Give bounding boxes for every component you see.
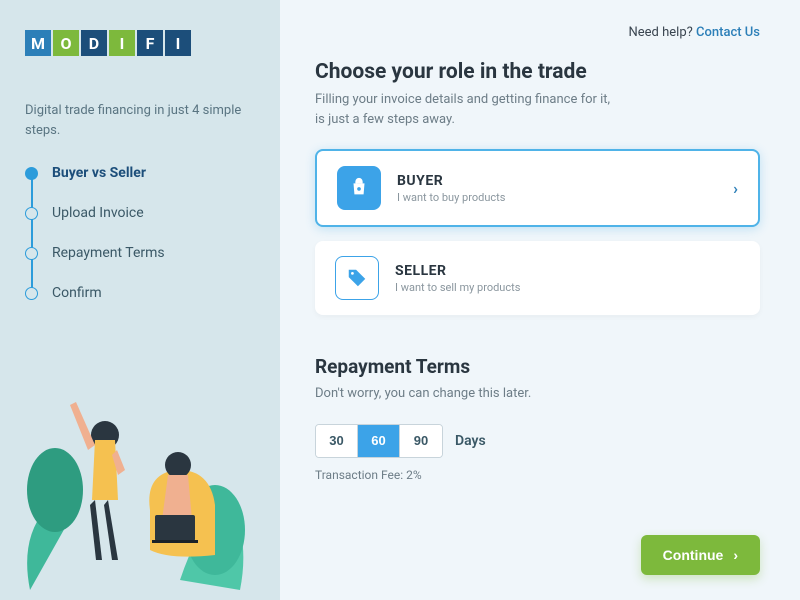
logo-letter: D <box>81 30 107 56</box>
chevron-right-icon: › <box>733 547 738 563</box>
repayment-section: Repayment Terms Don't worry, you can cha… <box>315 355 760 482</box>
logo-letter: I <box>109 30 135 56</box>
step-item[interactable]: Repayment Terms <box>25 245 255 261</box>
step-item[interactable]: Buyer vs Seller <box>25 165 255 181</box>
main-content: Need help? Contact Us Choose your role i… <box>280 0 800 600</box>
bag-icon <box>337 166 381 210</box>
logo: MODIFI <box>25 30 255 56</box>
days-label: Days <box>455 433 486 449</box>
step-dot <box>25 207 38 220</box>
step-item[interactable]: Upload Invoice <box>25 205 255 221</box>
repayment-desc: Don't worry, you can change this later. <box>315 384 760 404</box>
terms-row: 306090 Days <box>315 424 760 458</box>
role-title: Choose your role in the trade <box>315 60 760 84</box>
card-desc: I want to buy products <box>397 191 717 204</box>
term-option-60[interactable]: 60 <box>358 425 400 457</box>
sidebar-subtitle: Digital trade financing in just 4 simple… <box>25 101 255 140</box>
logo-letter: I <box>165 30 191 56</box>
logo-letter: O <box>53 30 79 56</box>
step-dot <box>25 287 38 300</box>
continue-label: Continue <box>663 547 724 563</box>
step-label: Upload Invoice <box>52 205 144 221</box>
transaction-fee: Transaction Fee: 2% <box>315 468 760 482</box>
logo-letter: F <box>137 30 163 56</box>
seller-card[interactable]: SELLER I want to sell my products <box>315 241 760 315</box>
card-title: SELLER <box>395 263 740 279</box>
logo-letter: M <box>25 30 51 56</box>
chevron-right-icon: › <box>733 179 738 198</box>
illustration <box>0 360 280 600</box>
step-label: Confirm <box>52 285 102 301</box>
card-text: SELLER I want to sell my products <box>395 263 740 294</box>
step-label: Buyer vs Seller <box>52 165 146 181</box>
tag-icon <box>335 256 379 300</box>
step-item[interactable]: Confirm <box>25 285 255 301</box>
card-desc: I want to sell my products <box>395 281 740 294</box>
step-dot <box>25 167 38 180</box>
card-text: BUYER I want to buy products <box>397 173 717 204</box>
terms-toggle-group: 306090 <box>315 424 443 458</box>
role-desc: Filling your invoice details and getting… <box>315 90 760 129</box>
term-option-30[interactable]: 30 <box>316 425 358 457</box>
step-dot <box>25 247 38 260</box>
term-option-90[interactable]: 90 <box>400 425 442 457</box>
buyer-card[interactable]: BUYER I want to buy products › <box>315 149 760 227</box>
contact-link[interactable]: Contact Us <box>696 25 760 40</box>
step-label: Repayment Terms <box>52 245 165 261</box>
card-title: BUYER <box>397 173 717 189</box>
sidebar: MODIFI Digital trade financing in just 4… <box>0 0 280 600</box>
help-text: Need help? <box>629 25 697 40</box>
continue-button[interactable]: Continue › <box>641 535 760 575</box>
progress-steps: Buyer vs Seller Upload Invoice Repayment T… <box>25 165 255 301</box>
repayment-title: Repayment Terms <box>315 355 760 378</box>
help-bar: Need help? Contact Us <box>315 25 760 40</box>
